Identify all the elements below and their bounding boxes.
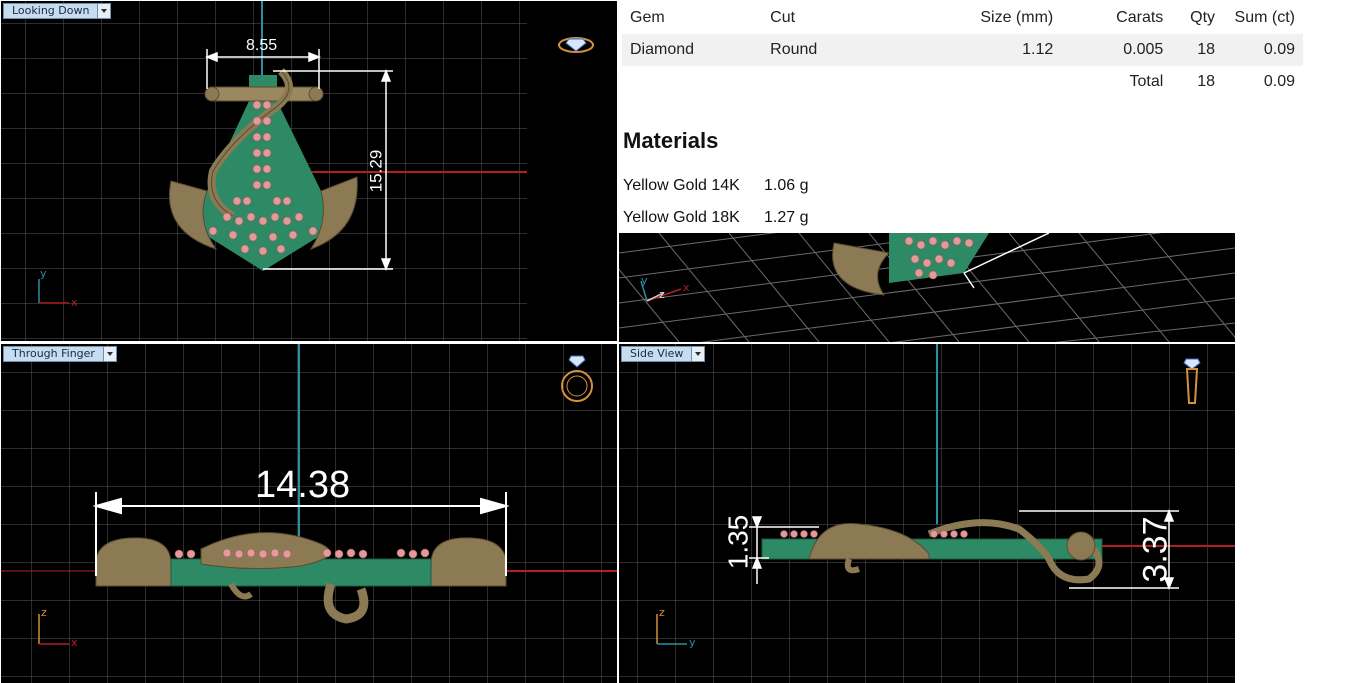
gem-table-header: Gem Cut Size (mm) Carats Qty Sum (ct) <box>622 2 1303 34</box>
dimension-thickness: 1.35 <box>722 514 754 570</box>
header-qty: Qty <box>1190 9 1216 26</box>
header-carats: Carats <box>1116 9 1164 26</box>
axis-label-y: y <box>40 267 47 280</box>
gem-table: Gem Cut Size (mm) Carats Qty Sum (ct) Di… <box>622 2 1303 98</box>
cell-cut: Round <box>770 41 818 58</box>
cell-carats: 0.005 <box>1123 41 1164 58</box>
material-name: Yellow Gold 18K <box>623 209 740 226</box>
viewport-looking-down-canvas <box>1 1 617 341</box>
viewport-side-view-selector[interactable]: Side View <box>621 346 706 362</box>
cell-gem: Diamond <box>630 41 695 58</box>
axis-label-x: x <box>71 296 78 309</box>
axis-label-z: z <box>659 288 665 301</box>
dropdown-arrow-icon[interactable] <box>98 3 112 19</box>
table-total-row: Total 18 0.09 <box>622 66 1303 98</box>
cell-qty: 18 <box>1197 41 1216 58</box>
dimension-width: 14.38 <box>255 464 351 506</box>
material-name: Yellow Gold 14K <box>623 177 740 194</box>
viewport-label: Through Finger <box>3 346 104 362</box>
material-weight: 1.06 g <box>764 177 809 194</box>
viewport-through-finger-canvas <box>1 344 617 683</box>
header-sum: Sum (ct) <box>1234 9 1295 26</box>
dimension-height: 3.37 <box>1136 516 1175 583</box>
cell-size: 1.12 <box>1022 41 1054 58</box>
viewport-label: Looking Down <box>3 3 99 19</box>
dimension-height: 15.29 <box>366 149 386 193</box>
dropdown-arrow-icon[interactable] <box>103 346 117 362</box>
viewport-through-finger-selector[interactable]: Through Finger <box>3 346 117 362</box>
viewport-perspective-canvas <box>619 233 1235 342</box>
axis-label-z: z <box>41 606 47 619</box>
viewport-through-finger[interactable]: Through Finger 14.38 z x <box>1 344 617 683</box>
dimension-width: 8.55 <box>246 37 278 54</box>
total-qty: 18 <box>1197 73 1216 90</box>
viewport-label: Side View <box>621 346 693 362</box>
material-weight: 1.27 g <box>764 209 809 226</box>
viewport-perspective[interactable]: y z x <box>619 233 1235 342</box>
table-row: Diamond Round 1.12 0.005 18 0.09 <box>622 34 1303 66</box>
viewport-side-view-canvas <box>619 344 1235 683</box>
axis-label-y: y <box>689 636 696 649</box>
dropdown-arrow-icon[interactable] <box>692 346 706 362</box>
material-row: Yellow Gold 18K 1.27 g <box>623 209 808 227</box>
axis-label-z: z <box>659 606 665 619</box>
total-sum: 0.09 <box>1263 73 1295 90</box>
header-cut: Cut <box>770 9 796 26</box>
header-gem: Gem <box>630 9 665 26</box>
viewport-looking-down[interactable]: Looking Down 8.55 15.29 y x <box>1 1 617 341</box>
axis-label-x: x <box>71 636 78 649</box>
header-size: Size (mm) <box>980 9 1054 26</box>
axis-label-y: y <box>641 274 648 287</box>
viewport-looking-down-selector[interactable]: Looking Down <box>3 3 112 19</box>
axis-label-x: x <box>683 281 690 294</box>
total-label: Total <box>1129 73 1164 90</box>
material-row: Yellow Gold 14K 1.06 g <box>623 177 808 195</box>
cell-sum: 0.09 <box>1263 41 1295 58</box>
viewport-side-view[interactable]: Side View 1.35 3.37 z y <box>619 344 1235 683</box>
materials-title: Materials <box>623 128 719 153</box>
